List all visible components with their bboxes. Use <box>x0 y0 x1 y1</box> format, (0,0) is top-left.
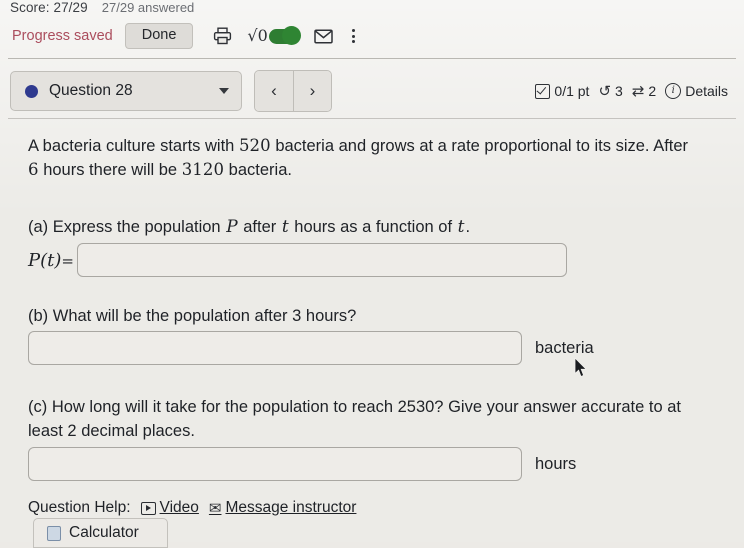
play-icon <box>140 501 156 515</box>
var-t: t <box>281 217 289 237</box>
question-selector-dropdown[interactable]: Question 28 <box>10 71 242 111</box>
part-a-text-2: after <box>238 218 281 236</box>
details-button[interactable]: i Details <box>665 83 728 99</box>
problem-statement: A bacteria culture starts with 520 bacte… <box>28 134 718 183</box>
progress-saved-label: Progress saved <box>12 28 113 44</box>
part-a-prompt: (a) Express the population P after t hou… <box>28 215 718 240</box>
question-label: Question 28 <box>49 82 133 99</box>
points-value: 0/1 pt <box>554 83 590 99</box>
part-a-answer-row: P(t)= <box>28 243 567 277</box>
mail-icon[interactable] <box>314 28 333 44</box>
undo-arrow-icon: ↺ <box>598 81 612 100</box>
problem-text-4: bacteria. <box>224 161 292 180</box>
question-divider <box>8 118 736 119</box>
part-b-answer-input[interactable] <box>28 331 522 365</box>
chevron-down-icon <box>219 88 229 94</box>
calculator-button[interactable]: Calculator <box>33 518 168 548</box>
retries-badge: ⇄ 2 <box>632 83 656 99</box>
question-meta: 0/1 pt ↺ 3 ⇄ 2 i Details <box>535 83 734 99</box>
swap-arrows-icon: ⇄ <box>631 81 645 100</box>
part-b-unit-label: bacteria <box>535 338 594 357</box>
info-icon: i <box>665 83 682 99</box>
assignment-toolbar: Progress saved Done √0 <box>0 18 744 54</box>
video-help-link[interactable]: Video <box>140 499 199 517</box>
problem-text-2: bacteria and grows at a rate proportiona… <box>270 137 689 155</box>
question-help-label: Question Help: <box>28 499 131 516</box>
part-a-text-3: hours as a function of <box>289 218 457 236</box>
part-c-answer-input[interactable] <box>28 447 522 481</box>
var-p: P <box>226 217 238 237</box>
part-a-answer-input[interactable] <box>76 243 567 277</box>
details-label: Details <box>685 83 728 99</box>
answered-count: 27/29 answered <box>101 0 195 15</box>
message-link-label: Message instructor <box>225 499 357 516</box>
part-b-prompt: (b) What will be the population after 3 … <box>28 307 357 325</box>
problem-text-3: hours there will be <box>38 161 182 180</box>
question-nav-group: ‹ › <box>254 70 332 112</box>
question-help-bar: Question Help: Video ✉ Message instructo… <box>28 499 356 517</box>
kebab-menu-icon[interactable] <box>348 27 359 45</box>
problem-initial-count: 520 <box>238 136 271 155</box>
part-b-answer-row: bacteria <box>28 331 594 365</box>
math-entry-toggle[interactable]: √0 <box>247 26 301 45</box>
pt-equals-label: P(t)= <box>28 249 74 271</box>
toolbar-icon-group: √0 <box>213 26 359 45</box>
checkbox-icon <box>535 83 551 99</box>
attempts-count: 3 <box>615 83 623 99</box>
done-button[interactable]: Done <box>124 23 194 49</box>
score-text: Score: 27/29 <box>10 0 88 15</box>
part-c-answer-row: hours <box>28 447 576 481</box>
problem-text-1: A bacteria culture starts with <box>28 137 239 155</box>
toolbar-divider <box>8 58 736 59</box>
sqrt-icon: √0 <box>247 26 268 45</box>
part-c-prompt: (c) How long will it take for the popula… <box>28 398 682 440</box>
part-a-text-1: (a) Express the population <box>28 218 226 236</box>
printer-icon[interactable] <box>213 27 232 45</box>
message-instructor-link[interactable]: ✉ Message instructor <box>209 499 357 517</box>
problem-hours: 6 <box>28 160 39 180</box>
problem-final-count: 3120 <box>181 160 225 180</box>
points-badge: 0/1 pt <box>535 83 589 99</box>
retries-count: 2 <box>648 83 657 99</box>
calculator-icon <box>47 525 61 541</box>
question-header: Question 28 ‹ › 0/1 pt ↺ 3 ⇄ 2 i Details <box>10 68 734 114</box>
next-question-button[interactable]: › <box>293 71 331 111</box>
question-status-dot <box>25 84 38 98</box>
video-link-label: Video <box>159 499 199 516</box>
calculator-label: Calculator <box>69 524 139 541</box>
part-c-unit-label: hours <box>535 454 577 473</box>
part-a-text-4: . <box>465 218 471 236</box>
envelope-icon: ✉ <box>208 498 222 517</box>
attempts-badge: ↺ 3 <box>598 83 622 99</box>
page-background: Score: 27/29 27/29 answered Progress sav… <box>0 0 744 548</box>
prev-question-button[interactable]: ‹ <box>255 71 293 111</box>
toggle-switch[interactable] <box>268 26 301 45</box>
problem-text: A bacteria culture starts with 520 bacte… <box>28 134 698 183</box>
status-bar: Score: 27/29 27/29 answered <box>0 0 744 16</box>
